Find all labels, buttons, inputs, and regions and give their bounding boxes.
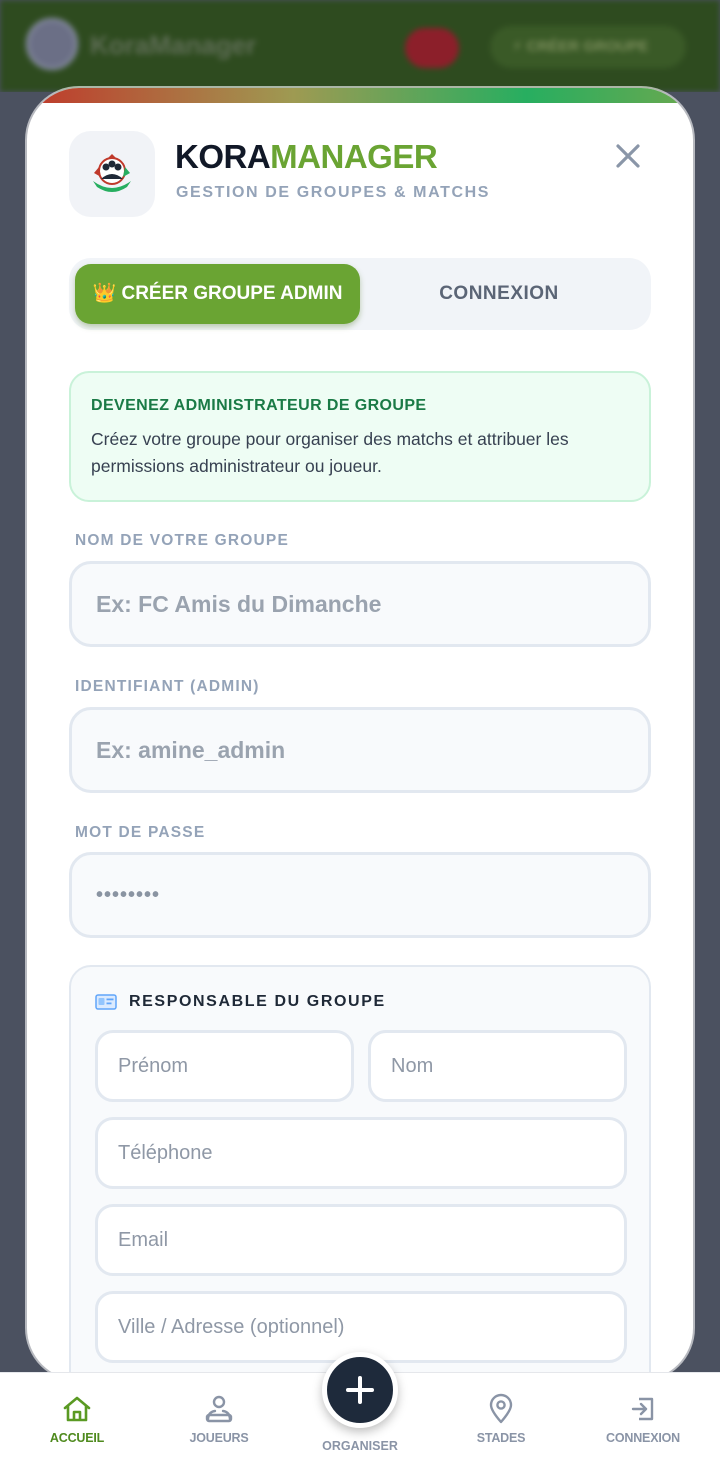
modal-gradient-bar: [27, 88, 693, 103]
tab-login[interactable]: CONNEXION: [399, 264, 599, 324]
app-logo: [69, 131, 155, 217]
group-name-field: [69, 561, 651, 647]
close-icon: [616, 144, 640, 168]
password-masked-value: ••••••••: [96, 884, 161, 906]
responsable-section: RESPONSABLE DU GROUPE: [69, 965, 651, 1380]
info-text: Créez votre groupe pour organiser des ma…: [91, 429, 569, 476]
background-logo: [26, 18, 78, 70]
login-icon: [631, 1397, 654, 1421]
users-icon: [205, 1395, 233, 1423]
nav-label-accueil: ACCUEIL: [49, 1431, 105, 1445]
brand-title: KORAMANAGER: [175, 138, 438, 176]
identifier-label: IDENTIFIANT (ADMIN): [75, 678, 260, 695]
password-field[interactable]: ••••••••: [69, 852, 651, 938]
auth-modal: KORAMANAGER GESTION DE GROUPES & MATCHS …: [27, 88, 693, 1380]
close-button[interactable]: [610, 138, 646, 174]
responsable-title: RESPONSABLE DU GROUPE: [129, 993, 386, 1010]
home-icon: [63, 1396, 91, 1422]
password-label: MOT DE PASSE: [75, 824, 206, 841]
background-badge: [405, 28, 459, 68]
id-card-icon: [95, 994, 117, 1010]
organiser-fab-button[interactable]: [322, 1352, 398, 1428]
email-input[interactable]: [98, 1207, 624, 1273]
background-app-header: KoraManager ⚡ CRÉER GROUPE: [0, 0, 720, 92]
phone-field: [95, 1117, 627, 1189]
nav-item-joueurs[interactable]: JOUEURS: [159, 1393, 279, 1445]
firstname-field: [95, 1030, 354, 1102]
auth-tabs: 👑 CRÉER GROUPE ADMIN CONNEXION: [69, 258, 651, 330]
nav-item-accueil[interactable]: ACCUEIL: [17, 1393, 137, 1445]
nav-label-organiser: ORGANISER: [322, 1439, 398, 1453]
email-field: [95, 1204, 627, 1276]
background-app-title: KoraManager: [90, 30, 257, 60]
address-input[interactable]: [98, 1294, 624, 1360]
map-pin-icon: [489, 1393, 513, 1424]
team-logo-icon: [93, 154, 131, 192]
info-title: DEVENEZ ADMINISTRATEUR DE GROUPE: [91, 397, 427, 414]
nav-label-connexion: CONNEXION: [606, 1431, 680, 1445]
brand-part-kora: KORA: [175, 138, 271, 175]
nav-item-connexion[interactable]: CONNEXION: [583, 1393, 703, 1445]
responsable-header: RESPONSABLE DU GROUPE: [95, 993, 386, 1011]
lastname-input[interactable]: [371, 1033, 624, 1099]
phone-input[interactable]: [98, 1120, 624, 1186]
info-box: DEVENEZ ADMINISTRATEUR DE GROUPE Créez v…: [69, 371, 651, 502]
identifier-field: [69, 707, 651, 793]
nav-label-joueurs: JOUEURS: [189, 1431, 249, 1445]
brand-part-manager: MANAGER: [270, 138, 438, 175]
firstname-input[interactable]: [98, 1033, 351, 1099]
nav-label-stades: STADES: [476, 1431, 526, 1445]
tab-create-admin-group[interactable]: 👑 CRÉER GROUPE ADMIN: [75, 264, 360, 324]
background-create-pill: ⚡ CRÉER GROUPE: [490, 26, 686, 68]
lastname-field: [368, 1030, 627, 1102]
nav-item-stades[interactable]: STADES: [441, 1393, 561, 1445]
identifier-input[interactable]: [72, 710, 648, 790]
brand-subtitle: GESTION DE GROUPES & MATCHS: [176, 184, 491, 201]
plus-icon: [346, 1376, 374, 1404]
group-name-label: NOM DE VOTRE GROUPE: [75, 532, 289, 549]
group-name-input[interactable]: [72, 564, 648, 644]
